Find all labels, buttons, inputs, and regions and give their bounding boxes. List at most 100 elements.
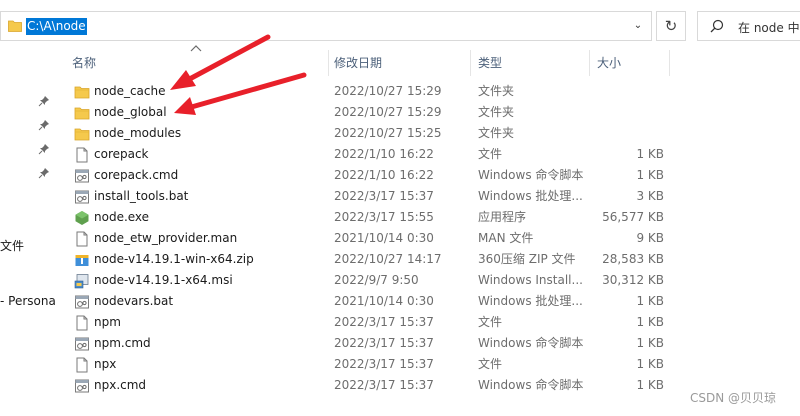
nav-item-personal[interactable]: - Persona xyxy=(0,294,56,308)
file-size xyxy=(596,81,664,102)
file-type: Windows 命令脚本 xyxy=(478,336,584,350)
file-date: 2022/3/17 15:37 xyxy=(334,378,434,392)
column-date[interactable]: 修改日期 xyxy=(324,50,470,76)
file-size: 1 KB xyxy=(636,168,664,182)
cmd-icon xyxy=(74,168,90,184)
file-name[interactable]: node_global xyxy=(94,102,167,123)
file-date: 2022/3/17 15:37 xyxy=(334,315,434,329)
file-date: 2022/1/10 16:22 xyxy=(334,168,434,182)
file-icon xyxy=(74,315,90,331)
file-type: 文件夹 xyxy=(478,84,515,98)
file-date: 2021/10/14 0:30 xyxy=(334,294,434,308)
search-box[interactable]: 在 node 中 xyxy=(697,11,800,41)
file-name[interactable]: npm xyxy=(94,312,121,333)
column-type[interactable]: 类型 xyxy=(468,50,588,76)
file-name[interactable]: install_tools.bat xyxy=(94,186,188,207)
column-divider[interactable] xyxy=(669,50,670,76)
node-icon xyxy=(74,210,90,226)
column-header: 名称 修改日期 类型 大小 xyxy=(62,50,800,76)
nav-item-file[interactable]: 文件 xyxy=(0,237,24,254)
file-type: 文件夹 xyxy=(478,105,515,119)
file-name[interactable]: npx xyxy=(94,354,116,375)
file-row[interactable]: node_cache 2022/10/27 15:29 文件夹 xyxy=(62,81,800,102)
file-size: 1 KB xyxy=(636,336,664,350)
folder-icon xyxy=(74,84,90,100)
file-name[interactable]: node_etw_provider.man xyxy=(94,228,237,249)
address-bar[interactable]: C:\A\node ⌄ xyxy=(0,11,652,41)
file-name[interactable]: npx.cmd xyxy=(94,375,146,396)
address-path[interactable]: C:\A\node xyxy=(26,18,87,35)
file-size: 1 KB xyxy=(636,294,664,308)
pin-icon[interactable] xyxy=(38,119,50,131)
file-row[interactable]: install_tools.bat 2022/3/17 15:37 Windows … xyxy=(62,186,800,207)
file-row[interactable]: npm 2022/3/17 15:37 文件 1 KB xyxy=(62,312,800,333)
pin-icon[interactable] xyxy=(38,143,50,155)
file-row[interactable]: node_modules 2022/10/27 15:25 文件夹 xyxy=(62,123,800,144)
column-size[interactable]: 大小 xyxy=(587,50,667,76)
file-size: 28,583 KB xyxy=(602,252,664,266)
file-name[interactable]: nodevars.bat xyxy=(94,291,173,312)
file-name[interactable]: node-v14.19.1-win-x64.zip xyxy=(94,249,254,270)
cmd-icon xyxy=(74,336,90,352)
pin-icon[interactable] xyxy=(38,95,50,107)
file-date: 2022/9/7 9:50 xyxy=(334,273,419,287)
file-date: 2021/10/14 0:30 xyxy=(334,231,434,245)
file-row[interactable]: npm.cmd 2022/3/17 15:37 Windows 命令脚本 1 KB xyxy=(62,333,800,354)
folder-icon xyxy=(74,126,90,142)
file-row[interactable]: node.exe 2022/3/17 15:55 应用程序 56,577 KB xyxy=(62,207,800,228)
file-row[interactable]: node-v14.19.1-x64.msi 2022/9/7 9:50 Window… xyxy=(62,270,800,291)
file-date: 2022/3/17 15:37 xyxy=(334,357,434,371)
file-date: 2022/10/27 15:29 xyxy=(334,84,442,98)
folder-icon xyxy=(74,105,90,121)
address-bar-row: C:\A\node ⌄ ↻ 在 node 中 xyxy=(0,0,800,50)
file-icon xyxy=(74,231,90,247)
file-icon xyxy=(74,147,90,163)
file-type: 文件夹 xyxy=(478,126,515,140)
folder-icon xyxy=(8,20,22,32)
file-size: 30,312 KB xyxy=(602,273,664,287)
file-size: 1 KB xyxy=(636,147,664,161)
file-name[interactable]: node_modules xyxy=(94,123,181,144)
file-row[interactable]: corepack.cmd 2022/1/10 16:22 Windows 命令脚本 1… xyxy=(62,165,800,186)
search-input[interactable]: 在 node 中 xyxy=(738,19,800,36)
file-date: 2022/3/17 15:37 xyxy=(334,336,434,350)
file-name[interactable]: corepack.cmd xyxy=(94,165,178,186)
file-row[interactable]: npx 2022/3/17 15:37 文件 1 KB xyxy=(62,354,800,375)
pin-icon[interactable] xyxy=(38,167,50,179)
refresh-button[interactable]: ↻ xyxy=(656,11,686,41)
file-date: 2022/10/27 15:29 xyxy=(334,105,442,119)
search-icon xyxy=(710,19,724,33)
cmd-icon xyxy=(74,294,90,310)
file-row[interactable]: nodevars.bat 2021/10/14 0:30 Windows 批处理..… xyxy=(62,291,800,312)
msi-icon xyxy=(74,273,90,289)
file-type: 360压缩 ZIP 文件 xyxy=(478,252,576,266)
file-type: Windows Install... xyxy=(478,273,583,287)
chevron-down-icon[interactable]: ⌄ xyxy=(631,19,645,33)
file-icon xyxy=(74,357,90,373)
file-type: 文件 xyxy=(478,357,503,371)
file-size xyxy=(596,123,664,144)
file-name[interactable]: corepack xyxy=(94,144,149,165)
file-date: 2022/10/27 15:25 xyxy=(334,126,442,140)
file-size: 56,577 KB xyxy=(602,210,664,224)
file-type: Windows 命令脚本 xyxy=(478,378,584,392)
file-row[interactable]: node_global 2022/10/27 15:29 文件夹 xyxy=(62,102,800,123)
file-name[interactable]: npm.cmd xyxy=(94,333,151,354)
cmd-icon xyxy=(74,378,90,394)
file-size: 1 KB xyxy=(636,378,664,392)
file-row[interactable]: node_etw_provider.man 2021/10/14 0:30 MAN … xyxy=(62,228,800,249)
file-name[interactable]: node_cache xyxy=(94,81,165,102)
file-date: 2022/1/10 16:22 xyxy=(334,147,434,161)
file-type: Windows 批处理... xyxy=(478,189,583,203)
file-size: 9 KB xyxy=(636,231,664,245)
cmd-icon xyxy=(74,189,90,205)
file-size xyxy=(596,102,664,123)
file-name[interactable]: node-v14.19.1-x64.msi xyxy=(94,270,233,291)
file-row[interactable]: corepack 2022/1/10 16:22 文件 1 KB xyxy=(62,144,800,165)
column-name[interactable]: 名称 xyxy=(62,50,328,76)
file-name[interactable]: node.exe xyxy=(94,207,149,228)
file-row[interactable]: node-v14.19.1-win-x64.zip 2022/10/27 14:1… xyxy=(62,249,800,270)
file-type: Windows 命令脚本 xyxy=(478,168,584,182)
file-date: 2022/3/17 15:55 xyxy=(334,210,434,224)
file-date: 2022/10/27 14:17 xyxy=(334,252,442,266)
